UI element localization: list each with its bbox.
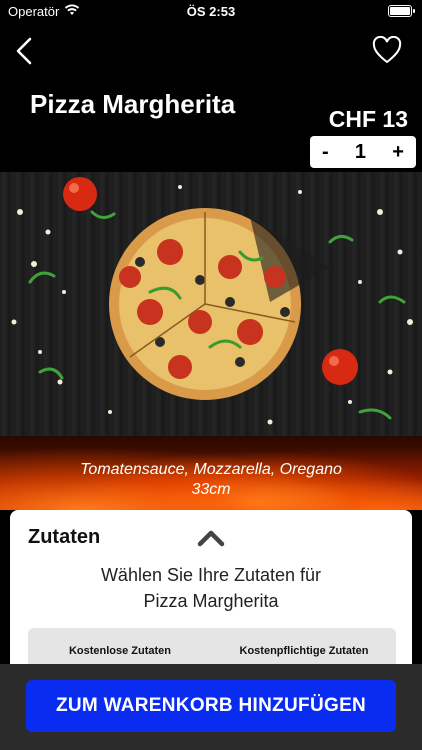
- pizza-image: [0, 172, 422, 436]
- ingredients-panel: Zutaten Wählen Sie Ihre Zutaten für Pizz…: [10, 510, 412, 680]
- prompt-line-1: Wählen Sie Ihre Zutaten für: [100, 565, 322, 585]
- product-title: Pizza Margherita: [30, 89, 236, 119]
- description-text: Tomatensauce, Mozzarella, Oregano: [80, 461, 342, 478]
- battery-icon: [388, 5, 415, 17]
- ingredients-prompt: Wählen Sie Ihre Zutaten für Pizza Marghe…: [10, 562, 412, 614]
- status-bar: Operatör ÖS 2:53: [0, 0, 422, 24]
- heart-outline-icon[interactable]: [372, 36, 402, 64]
- size-text: 33cm: [191, 481, 231, 498]
- increment-button[interactable]: +: [392, 141, 404, 164]
- quantity-stepper: - 1 +: [310, 136, 416, 168]
- back-chevron-icon[interactable]: [12, 36, 36, 66]
- product-description: Tomatensauce, Mozzarella, Oregano 33cm: [0, 460, 422, 500]
- pizza-illustration: [11, 177, 413, 425]
- product-price: CHF 13: [328, 106, 408, 132]
- add-to-cart-button[interactable]: ZUM WARENKORB HINZUFÜGEN: [26, 680, 396, 732]
- decrement-button[interactable]: -: [322, 141, 329, 164]
- prompt-line-2: Pizza Margherita: [143, 591, 279, 611]
- chevron-up-icon[interactable]: [196, 528, 226, 548]
- clock: ÖS 2:53: [186, 4, 236, 19]
- ingredients-heading: Zutaten: [28, 526, 101, 548]
- quantity-value: 1: [354, 140, 367, 163]
